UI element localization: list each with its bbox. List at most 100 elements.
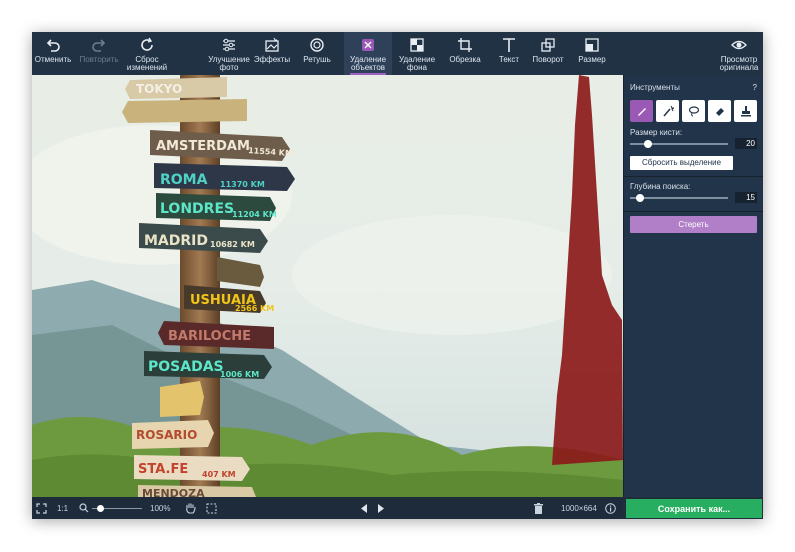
hand-tool-button[interactable]: [185, 497, 196, 519]
select-area-button[interactable]: [206, 497, 217, 519]
rotate-button[interactable]: Поворот: [528, 32, 568, 75]
tools-panel: Инструменты ? Размер кисти: 20 Сбросить …: [623, 75, 763, 497]
panel-divider: [624, 176, 763, 177]
sign-text: LONDRES: [160, 201, 234, 217]
sign-text: STA.FE: [138, 462, 188, 477]
next-image-button[interactable]: [377, 497, 385, 519]
zoom-knob[interactable]: [97, 505, 104, 512]
magic-wand-tool[interactable]: [656, 100, 679, 122]
crop-label: Обрезка: [449, 55, 481, 64]
undo-label: Отменить: [34, 55, 72, 64]
remove-objects-label: Удаление объектов: [349, 55, 387, 72]
sign-text: MENDOZA: [142, 487, 205, 497]
sign-text: MADRID: [144, 233, 208, 249]
search-depth-knob[interactable]: [635, 194, 644, 202]
text-button[interactable]: Текст: [490, 32, 528, 75]
view-original-button[interactable]: Просмотр оригинала: [716, 32, 762, 75]
sign-text: 2566 KM: [235, 304, 274, 313]
brush-size-slider[interactable]: 20: [630, 138, 757, 150]
crop-icon: [458, 38, 472, 52]
hand-icon: [186, 503, 196, 514]
reset-changes-button[interactable]: Сброс изменений: [124, 32, 170, 75]
undo-button[interactable]: Отменить: [34, 32, 72, 75]
redo-label: Повторить: [79, 55, 119, 64]
photo-canvas[interactable]: TOKYO AMSTERDAM 11554 KM ROMA 11370 KM L…: [32, 75, 623, 497]
sign-text: 11204 KM: [232, 210, 277, 219]
resize-button[interactable]: Размер: [572, 32, 612, 75]
magic-wand-icon: [662, 105, 674, 117]
crop-button[interactable]: Обрезка: [444, 32, 486, 75]
erase-button[interactable]: Стереть: [630, 216, 757, 233]
remove-objects-icon: [362, 39, 374, 51]
search-depth-value[interactable]: 15: [735, 192, 757, 203]
save-as-button[interactable]: Сохранить как...: [626, 499, 762, 518]
lasso-tool[interactable]: [682, 100, 705, 122]
info-button[interactable]: [605, 497, 616, 519]
brush-icon: [637, 108, 646, 116]
zoom-out-button[interactable]: [79, 497, 89, 519]
redo-button[interactable]: Повторить: [76, 32, 122, 75]
actual-size-button[interactable]: 1:1: [57, 497, 68, 519]
fit-screen-button[interactable]: [36, 497, 47, 519]
reset-selection-button[interactable]: Сбросить выделение: [630, 156, 733, 170]
sign-text: 1006 KM: [220, 370, 259, 379]
zoom-level: 100%: [150, 503, 171, 513]
reset-selection-row: Сбросить выделение: [630, 156, 757, 170]
remove-objects-button[interactable]: Удаление объектов: [344, 32, 392, 75]
search-depth-slider[interactable]: 15: [630, 192, 757, 204]
app-window: Отменить Повторить Сброс изменений Улучш…: [32, 32, 763, 519]
trash-icon: [534, 502, 543, 514]
enhance-photo-button[interactable]: Улучшение фото: [206, 32, 252, 75]
retouch-icon: [310, 38, 324, 52]
brush-size-label: Размер кисти:: [630, 128, 683, 137]
main-toolbar: Отменить Повторить Сброс изменений Улучш…: [32, 32, 763, 75]
effects-button[interactable]: Эффекты: [252, 32, 292, 75]
zoom-slider[interactable]: [92, 497, 142, 519]
sign-text: 11370 KM: [220, 180, 265, 189]
undo-icon: [46, 39, 60, 52]
eraser-tool[interactable]: [708, 100, 731, 122]
effects-icon: [265, 37, 279, 52]
tools-header: Инструменты ?: [630, 83, 757, 93]
remove-background-label: Удаление фона: [398, 55, 436, 72]
erase-row: Стереть: [630, 216, 757, 233]
sign-text: ROSARIO: [136, 428, 197, 442]
status-bar: 1:1 100% 1000×664: [32, 497, 623, 519]
arrow-right-icon: [378, 503, 384, 513]
search-depth-label: Глубина поиска:: [630, 182, 691, 191]
sign-text: BARILOCHE: [168, 329, 251, 344]
eye-icon: [731, 40, 747, 50]
sign-text: POSADAS: [148, 359, 224, 375]
brush-size-value[interactable]: 20: [735, 138, 757, 149]
retouch-button[interactable]: Ретушь: [296, 32, 338, 75]
redo-icon: [92, 39, 106, 52]
eraser-icon: [715, 108, 724, 116]
search-depth-track: [630, 197, 728, 199]
brush-tool-group: [630, 100, 757, 122]
text-icon: [503, 38, 515, 52]
rotate-label: Поворот: [532, 55, 564, 64]
stamp-icon: [740, 106, 751, 117]
photo-image: TOKYO AMSTERDAM 11554 KM ROMA 11370 KM L…: [32, 75, 623, 497]
brush-size-knob[interactable]: [643, 140, 652, 148]
arrow-left-icon: [361, 503, 367, 513]
sliders-icon: [223, 38, 235, 52]
panel-divider: [624, 211, 763, 212]
lasso-icon: [688, 106, 699, 117]
help-button[interactable]: ?: [753, 83, 757, 92]
fullscreen-icon: [36, 502, 47, 514]
zoom-out-icon: [79, 503, 89, 513]
sign-text: TOKYO: [136, 82, 182, 96]
enhance-photo-label: Улучшение фото: [208, 55, 250, 72]
retouch-label: Ретушь: [303, 55, 331, 64]
info-icon: [605, 502, 616, 514]
brush-tool[interactable]: [630, 100, 653, 122]
stamp-tool[interactable]: [734, 100, 757, 122]
previous-image-button[interactable]: [360, 497, 368, 519]
delete-button[interactable]: [534, 497, 543, 519]
rotate-icon: [541, 38, 555, 52]
refresh-icon: [141, 37, 153, 51]
remove-background-button[interactable]: Удаление фона: [394, 32, 440, 75]
selection-icon: [206, 502, 217, 514]
view-original-label: Просмотр оригинала: [719, 55, 759, 72]
